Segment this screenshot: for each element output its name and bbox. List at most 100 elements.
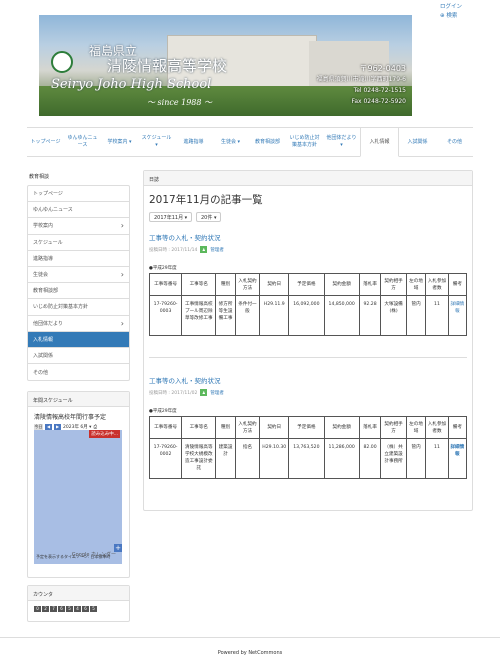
sidebar-item[interactable]: 進路指導 bbox=[28, 251, 129, 267]
counter-digit: 6 bbox=[58, 606, 65, 612]
column-header: 落札率 bbox=[358, 273, 382, 296]
sidebar-item-label: その他 bbox=[33, 369, 49, 376]
loading-badge: 読み込み中... bbox=[89, 430, 120, 438]
sidebar-item[interactable]: トップページ bbox=[28, 186, 129, 203]
table-row: 17-79260-0002 清陵情報高等学校大規模改造工事設計委託 建築設計 指名 H2… bbox=[148, 438, 468, 479]
sidebar-item[interactable]: 他団体だより › bbox=[28, 316, 129, 332]
nav-item[interactable]: 進路指導 bbox=[175, 128, 212, 156]
article-title-link[interactable]: 工事等の入札・契約状況 bbox=[149, 232, 467, 242]
sidebar-item-label: 他団体だより bbox=[33, 320, 63, 327]
nav-item[interactable]: スケジュール ▾ bbox=[138, 128, 175, 156]
user-icon: ♟ bbox=[200, 246, 208, 253]
sidebar-item[interactable]: 入札情報 bbox=[28, 331, 129, 348]
details-link[interactable]: 詳細情報 bbox=[447, 295, 468, 336]
sidebar-item-label: 学校案内 bbox=[33, 223, 54, 230]
table-row: 17-79260-0003 工事情報高校プール周辺除草等改修工事 修方所等生設備工事… bbox=[148, 295, 468, 336]
table-cell: 92.28 bbox=[358, 295, 382, 336]
count-filter-dropdown[interactable]: 20件 ▾ bbox=[196, 212, 222, 222]
table-cell: 11,286,000 bbox=[323, 438, 360, 479]
column-header: 左の地域 bbox=[405, 416, 427, 439]
nav-item[interactable]: いじめ防止対策基本方針 bbox=[286, 128, 323, 156]
posted-date: 投稿日時 : 2017/11/02 bbox=[149, 390, 198, 396]
table-cell: 条件付一般 bbox=[234, 295, 261, 336]
footer: Powered by NetCommons bbox=[0, 637, 500, 656]
counter-heading: カウンタ bbox=[28, 586, 129, 601]
search-label: 検索 bbox=[446, 13, 458, 19]
nav-item[interactable]: 生徒会 ▾ bbox=[212, 128, 249, 156]
sidebar-item[interactable]: その他 bbox=[28, 364, 129, 380]
table-cell: 11 bbox=[425, 295, 449, 336]
tel: Tel 0248-72-1515 bbox=[353, 87, 406, 94]
author-link[interactable]: 管理者 bbox=[210, 247, 224, 253]
school-name: 清陵情報高等学校 bbox=[107, 57, 228, 75]
sidebar-item-label: いじめ防止対策基本方針 bbox=[33, 304, 89, 311]
sidebar-item-label: トップページ bbox=[33, 191, 63, 198]
column-header: 備考 bbox=[447, 416, 468, 439]
login-link[interactable]: ログイン bbox=[440, 3, 462, 12]
posted-date: 投稿日時 : 2017/11/14 bbox=[149, 247, 198, 253]
google-calendar-logo[interactable]: Google カレンダー bbox=[72, 551, 116, 558]
sidebar-item[interactable]: ゆんゆんニュース bbox=[28, 202, 129, 219]
search-link[interactable]: ⊕ 検索 bbox=[440, 12, 462, 21]
contract-table: 工事等番号 工事等名 種別 入札契約方法 契約日 予定価格 契約金額 落札率 契約相手方 左の地域… bbox=[148, 273, 468, 336]
school-name-en: Seiryo Joho High School bbox=[51, 77, 212, 92]
column-header: 左の地域 bbox=[405, 273, 427, 296]
author-link[interactable]: 管理者 bbox=[210, 390, 224, 396]
fax: Fax 0248-72-5920 bbox=[351, 98, 406, 105]
main-nav: トップページ ゆんゆんニュース 学校案内 ▾ スケジュール ▾ 進路指導 生徒会 ▾ 教育相… bbox=[27, 127, 473, 157]
article-title-link[interactable]: 工事等の入札・契約状況 bbox=[149, 375, 467, 385]
column-header: 工事等番号 bbox=[148, 416, 183, 439]
table-cell: 17-79260-0003 bbox=[148, 295, 183, 336]
table-cell: 17-79260-0002 bbox=[148, 438, 183, 479]
article: 工事等の入札・契約状況 投稿日時 : 2017/11/02 ♟ 管理者 ●平成29年度工… bbox=[148, 375, 468, 479]
nav-item[interactable]: 入札情報 bbox=[360, 127, 399, 157]
sidebar-item-label: ゆんゆんニュース bbox=[33, 207, 73, 214]
month-filter-dropdown[interactable]: 2017年11月 ▾ bbox=[149, 212, 193, 222]
article-meta: 投稿日時 : 2017/11/14 ♟ 管理者 bbox=[149, 246, 467, 253]
nav-item[interactable]: その他 bbox=[436, 128, 473, 156]
sidebar-item[interactable]: スケジュール bbox=[28, 235, 129, 251]
column-header: 予定価格 bbox=[288, 273, 325, 296]
sidebar-menu: トップページゆんゆんニュース学校案内 › スケジュール進路指導 生徒会 › 教育相談部いじ… bbox=[27, 185, 130, 382]
counter-digit: 6 bbox=[82, 606, 89, 612]
column-header: 契約日 bbox=[259, 416, 290, 439]
nav-item[interactable]: ゆんゆんニュース bbox=[64, 128, 101, 156]
sidebar-item[interactable]: 生徒会 › bbox=[28, 267, 129, 284]
column-header: 契約金額 bbox=[323, 273, 360, 296]
blog-panel: 日誌 2017年11月の記事一覧 2017年11月 ▾ 20件 ▾ 工事等の入札… bbox=[143, 170, 473, 511]
contract-table: 工事等番号 工事等名 種別 入札契約方法 契約日 予定価格 契約金額 落札率 契約相手方 左の地域… bbox=[148, 416, 468, 479]
sidebar-item[interactable]: いじめ防止対策基本方針 bbox=[28, 299, 129, 316]
header-banner: 福島県立 清陵情報高等学校 Seiryo Joho High School ～ … bbox=[39, 15, 412, 116]
sidebar-item[interactable]: 学校案内 › bbox=[28, 218, 129, 235]
search-icon: ⊕ bbox=[439, 13, 445, 19]
table-header-row: 工事等番号 工事等名 種別 入札契約方法 契約日 予定価格 契約金額 落札率 契約相手方 左の地域… bbox=[148, 273, 468, 296]
table-cell: 管内 bbox=[405, 438, 427, 479]
column-header: 備考 bbox=[447, 273, 468, 296]
table-cell: 14,850,000 bbox=[323, 295, 360, 336]
nav-item[interactable]: トップページ bbox=[27, 128, 64, 156]
nav-item[interactable]: 他団体だより ▾ bbox=[323, 128, 360, 156]
calendar-frame: 読み込み中... + 予定を表示するタイムゾーン: 日本標準時 Google カ… bbox=[34, 430, 122, 564]
table-cell: 指名 bbox=[234, 438, 261, 479]
table-cell: 管内 bbox=[405, 295, 427, 336]
zip-code: 〒962-0403 bbox=[359, 64, 406, 73]
table-cell: H29.10.30 bbox=[259, 438, 290, 479]
table-cell: （株）共立建築設計事務所 bbox=[380, 438, 407, 479]
column-header: 入札契約方法 bbox=[234, 273, 261, 296]
counter-digit: 4 bbox=[74, 606, 81, 612]
details-link[interactable]: 詳細情報 bbox=[447, 438, 468, 479]
column-header: 契約相手方 bbox=[380, 273, 407, 296]
column-header: 入札参加者数 bbox=[425, 416, 449, 439]
table-cell: 82.00 bbox=[358, 438, 382, 479]
nav-item[interactable]: 入試関係 bbox=[399, 128, 436, 156]
counter-digit: 5 bbox=[90, 606, 97, 612]
table-cell: 11 bbox=[425, 438, 449, 479]
blog-heading: 日誌 bbox=[144, 171, 472, 186]
sidebar-item-label: スケジュール bbox=[33, 239, 63, 246]
sidebar-item[interactable]: 教育相談部 bbox=[28, 283, 129, 300]
nav-item[interactable]: 学校案内 ▾ bbox=[101, 128, 138, 156]
sidebar-item-label: 教育相談部 bbox=[33, 288, 59, 295]
nav-item[interactable]: 教育相談部 bbox=[249, 128, 286, 156]
calendar-toolbar: 今日 ◀ ▶ 2023年 6月 ▾ ⎙ bbox=[28, 421, 129, 430]
sidebar-item[interactable]: 入試関係 bbox=[28, 348, 129, 365]
